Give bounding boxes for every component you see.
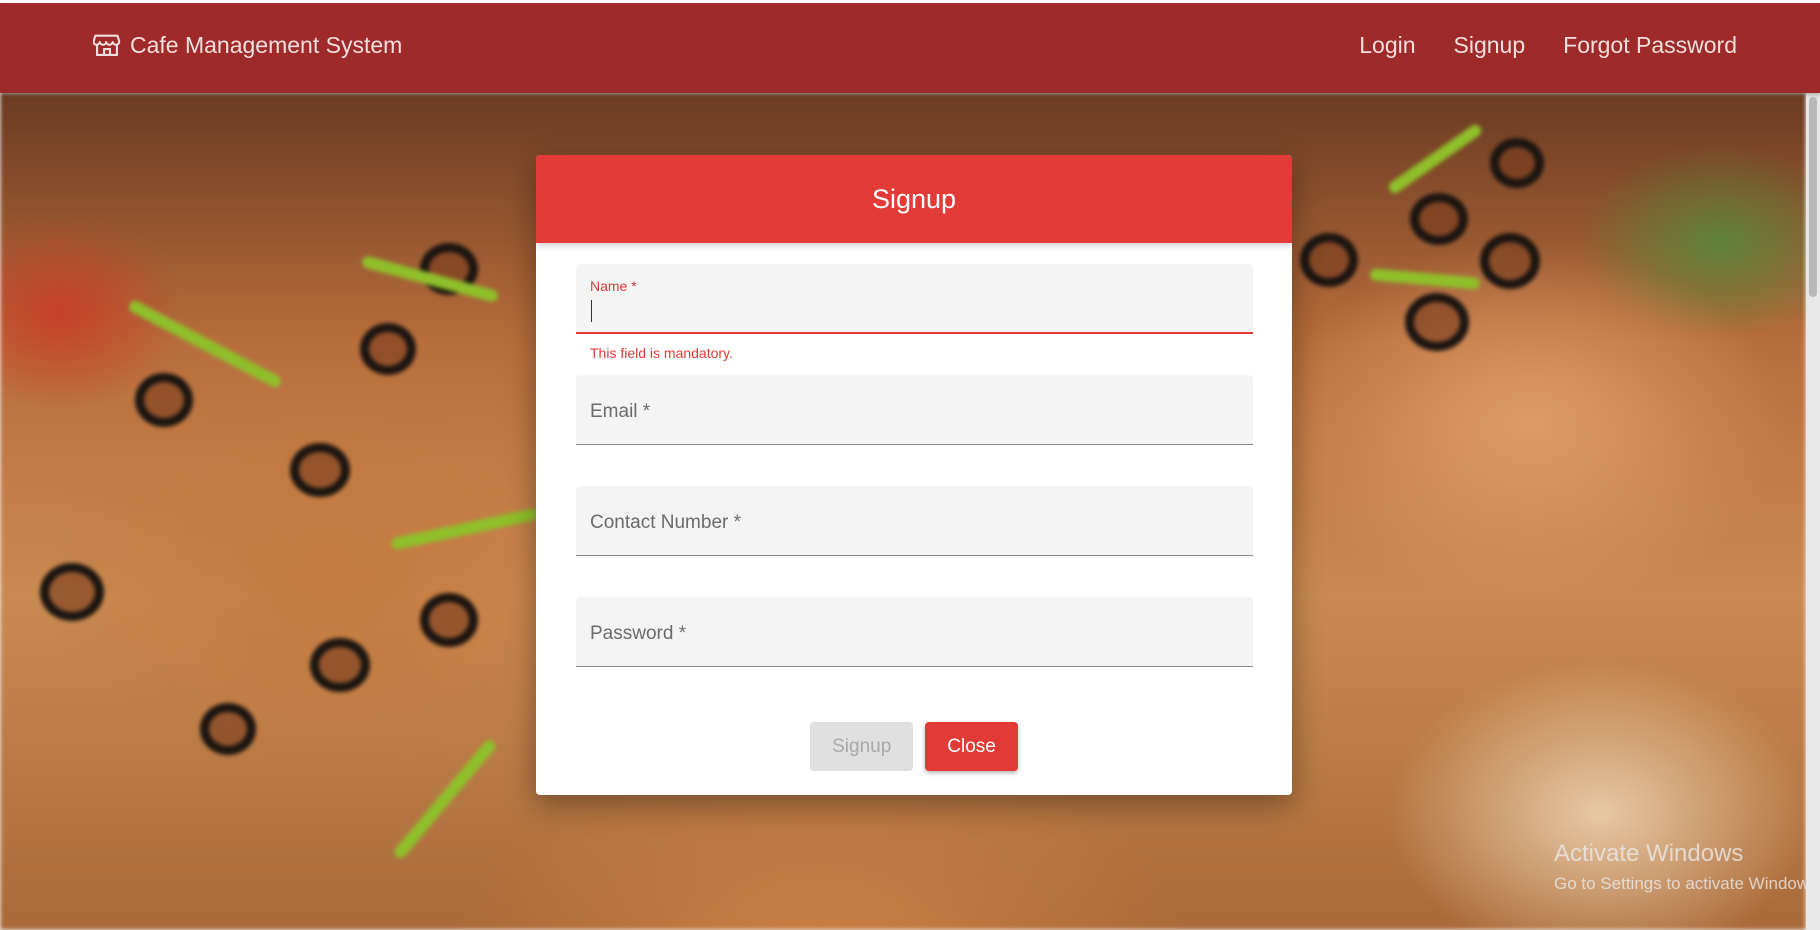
- top-navbar: Cafe Management System Login Signup Forg…: [0, 3, 1820, 93]
- password-field-label: Password *: [590, 623, 687, 644]
- store-icon: [93, 34, 121, 56]
- email-field-label: Email *: [590, 401, 651, 422]
- brand[interactable]: Cafe Management System: [93, 31, 402, 59]
- dialog-actions: Signup Close: [536, 722, 1292, 771]
- contact-number-field[interactable]: Contact Number *: [576, 486, 1253, 556]
- scrollbar-thumb[interactable]: [1809, 97, 1817, 297]
- nav-forgot-password-link[interactable]: Forgot Password: [1563, 32, 1737, 59]
- signup-dialog: Signup Name * This field is mandatory. E…: [536, 155, 1292, 795]
- dialog-title: Signup: [871, 183, 957, 214]
- signup-button[interactable]: Signup: [810, 722, 914, 771]
- page-scrollbar[interactable]: [1806, 93, 1820, 930]
- dialog-header: Signup: [536, 155, 1292, 243]
- activate-windows-watermark: Activate Windows Go to Settings to activ…: [1554, 840, 1820, 894]
- name-field-label: Name *: [590, 278, 637, 294]
- nav-login-link[interactable]: Login: [1359, 32, 1415, 59]
- nav-links: Login Signup Forgot Password: [1321, 32, 1737, 59]
- watermark-subtitle: Go to Settings to activate Windows.: [1554, 874, 1820, 893]
- password-field[interactable]: Password *: [576, 597, 1253, 667]
- email-field[interactable]: Email *: [576, 375, 1253, 445]
- name-field[interactable]: Name *: [576, 264, 1253, 334]
- watermark-title: Activate Windows: [1554, 840, 1744, 867]
- text-cursor: [591, 300, 592, 322]
- close-button[interactable]: Close: [925, 722, 1018, 771]
- name-error-message: This field is mandatory.: [590, 345, 733, 361]
- nav-signup-link[interactable]: Signup: [1454, 32, 1526, 59]
- contact-number-field-label: Contact Number *: [590, 512, 742, 533]
- brand-title: Cafe Management System: [130, 31, 403, 58]
